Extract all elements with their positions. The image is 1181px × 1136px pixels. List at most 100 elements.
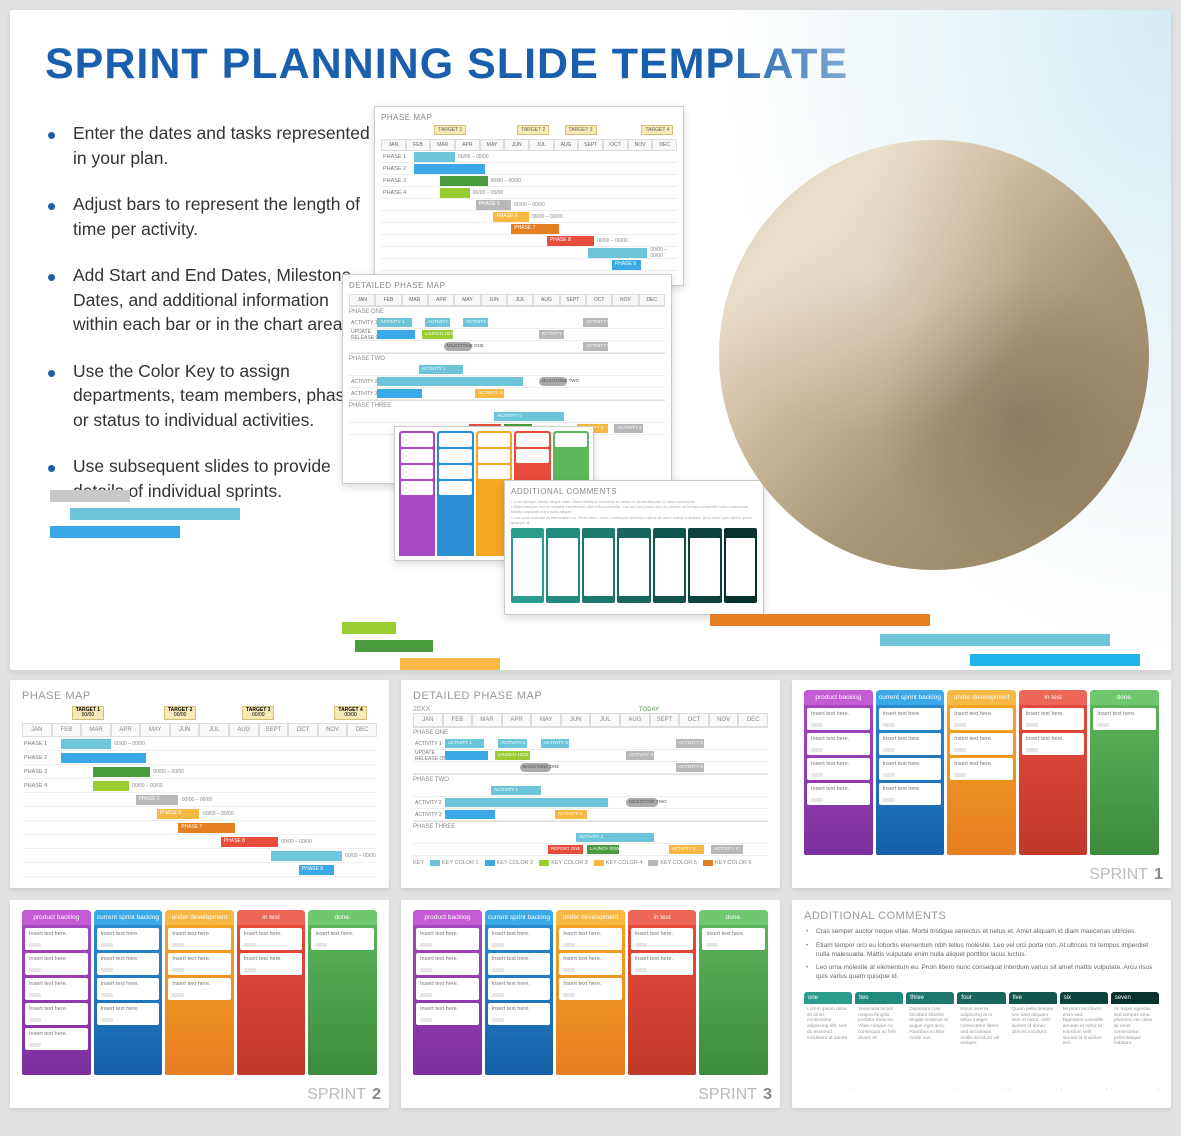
- sprint-card: Insert text here.: [97, 1003, 160, 1025]
- column-header: under development: [556, 910, 625, 925]
- comment-bullet: Leo urna molestie at elementum eu. Proin…: [804, 964, 1159, 982]
- sprint-column: done. Insert text here.: [308, 910, 377, 1075]
- sprint-column: current sprint backlog Insert text here. I…: [485, 910, 554, 1075]
- sprint-card: Insert text here.: [97, 978, 160, 1000]
- thumb-phase-map[interactable]: PHASE MAP TARGET 100/00TARGET 200/00TARG…: [10, 680, 389, 888]
- sprint-card: Insert text here.: [631, 953, 694, 975]
- sprint-card: Insert text here.: [25, 928, 88, 950]
- sprint-card: Insert text here.: [879, 733, 942, 755]
- thumb-title: PHASE MAP: [22, 690, 377, 702]
- comment-card: sevenAc turpis egestas sed tempus urna p…: [1111, 992, 1159, 1090]
- thumb-additional-comments[interactable]: ADDITIONAL COMMENTS Cras semper auctor n…: [792, 900, 1171, 1108]
- column-header: in test: [1019, 690, 1088, 705]
- comment-bullet: Cras semper auctor neque vitae. Morbi tr…: [804, 928, 1159, 937]
- preview-phase-map: PHASE MAP TARGET 1 TARGET 2 TARGET 3 TAR…: [374, 106, 684, 286]
- sprint-card: Insert text here.: [950, 708, 1013, 730]
- sprint-card: Insert text here.: [950, 733, 1013, 755]
- column-header: current sprint backlog: [485, 910, 554, 925]
- sprint-card: Insert text here.: [416, 928, 479, 950]
- sprint-column: under development Insert text here. Insert…: [947, 690, 1016, 855]
- column-header: in test: [628, 910, 697, 925]
- sprint-card: Insert text here.: [807, 708, 870, 730]
- sprint-card: Insert text here.: [559, 953, 622, 975]
- sprint-card: Insert text here.: [879, 758, 942, 780]
- sprint-card: Insert text here.: [416, 1003, 479, 1025]
- sprint-card: Insert text here.: [807, 783, 870, 805]
- column-header: product backlog: [804, 690, 873, 705]
- sprint-column: in test Insert text here. Insert text here…: [628, 910, 697, 1075]
- sprint-card: Insert text here.: [488, 978, 551, 1000]
- sprint-card: Insert text here.: [1022, 733, 1085, 755]
- sprint-column: current sprint backlog Insert text here. I…: [876, 690, 945, 855]
- sprint-card: Insert text here.: [807, 758, 870, 780]
- column-header: product backlog: [413, 910, 482, 925]
- sprint-card: Insert text here.: [416, 953, 479, 975]
- sprint-card: Insert text here.: [25, 1028, 88, 1050]
- sprint-card: Insert text here.: [97, 928, 160, 950]
- hero-photo: [719, 140, 1149, 570]
- column-header: in test: [237, 910, 306, 925]
- instruction-item: Enter the dates and tasks represented in…: [45, 121, 375, 170]
- column-header: current sprint backlog: [876, 690, 945, 705]
- sprint-card: Insert text here.: [950, 758, 1013, 780]
- sprint-card: Insert text here.: [631, 928, 694, 950]
- sprint-card: Insert text here.: [559, 978, 622, 1000]
- sprint-column: product backlog Insert text here. Insert t…: [413, 910, 482, 1075]
- column-header: product backlog: [22, 910, 91, 925]
- sprint-card: Insert text here.: [488, 1003, 551, 1025]
- sprint-card: Insert text here.: [416, 978, 479, 1000]
- column-header: under development: [947, 690, 1016, 705]
- sprint-card: Insert text here.: [240, 928, 303, 950]
- sprint-card: Insert text here.: [807, 733, 870, 755]
- sprint-column: product backlog Insert text here. Insert t…: [804, 690, 873, 855]
- sprint-card: Insert text here.: [702, 928, 765, 950]
- sprint-card: Insert text here.: [879, 783, 942, 805]
- hero-slide: SPRINT PLANNING SLIDE TEMPLATE Enter the…: [10, 10, 1171, 670]
- sprint-column: done. Insert text here.: [1090, 690, 1159, 855]
- comment-card: threeDignissim cras tincidunt lobortis f…: [906, 992, 954, 1090]
- column-header: done.: [308, 910, 377, 925]
- column-header: done.: [699, 910, 768, 925]
- sprint-card: Insert text here.: [488, 928, 551, 950]
- thumb-sprint-1[interactable]: product backlog Insert text here. Insert t…: [792, 680, 1171, 888]
- sprint-number: SPRINT 3: [698, 1086, 772, 1104]
- month-row: JANFEBMARAPRMAYJUNJULAUGSEPTOCTNOVDEC: [381, 139, 677, 151]
- comment-bullet: Etiam tempor orci eu lobortis elementum …: [804, 942, 1159, 960]
- sprint-card: Insert text here.: [1022, 708, 1085, 730]
- month-row: JANFEBMARAPRMAYJUNJULAUGSEPTOCTNOVDEC: [22, 723, 377, 737]
- instruction-item: Adjust bars to represent the length of t…: [45, 192, 375, 241]
- thumb-sprint-3[interactable]: product backlog Insert text here. Insert t…: [401, 900, 780, 1108]
- sprint-card: Insert text here.: [168, 978, 231, 1000]
- thumb-title: ADDITIONAL COMMENTS: [804, 910, 1159, 922]
- thumb-sprint-2[interactable]: product backlog Insert text here. Insert t…: [10, 900, 389, 1108]
- sprint-card: Insert text here.: [97, 953, 160, 975]
- sprint-card: Insert text here.: [168, 953, 231, 975]
- sprint-card: Insert text here.: [559, 928, 622, 950]
- instruction-item: Use the Color Key to assign departments,…: [45, 359, 375, 433]
- sprint-column: product backlog Insert text here. Insert t…: [22, 910, 91, 1075]
- sprint-card: Insert text here.: [879, 708, 942, 730]
- sprint-number: SPRINT 2: [307, 1086, 381, 1104]
- sprint-column: under development Insert text here. Insert…: [165, 910, 234, 1075]
- sprint-column: in test Insert text here. Insert text here…: [1019, 690, 1088, 855]
- sprint-card: Insert text here.: [488, 953, 551, 975]
- sprint-card: Insert text here.: [311, 928, 374, 950]
- thumb-detailed-phase-map[interactable]: DETAILED PHASE MAP 20XX TODAY JANFEBMARA…: [401, 680, 780, 888]
- instruction-item: Use subsequent slides to provide details…: [45, 454, 375, 503]
- column-header: under development: [165, 910, 234, 925]
- sprint-column: done. Insert text here.: [699, 910, 768, 1075]
- comment-card: oneLorem ipsum dolor sit amet, consectet…: [804, 992, 852, 1090]
- instruction-item: Add Start and End Dates, Milestone Dates…: [45, 263, 375, 337]
- sprint-card: Insert text here.: [240, 953, 303, 975]
- sprint-card: Insert text here.: [25, 953, 88, 975]
- sprint-card: Insert text here.: [1093, 708, 1156, 730]
- column-header: done.: [1090, 690, 1159, 705]
- sprint-number: SPRINT 1: [1089, 866, 1163, 884]
- comment-card: sixMi proin sed libero enim sed. Digniss…: [1060, 992, 1108, 1090]
- sprint-column: current sprint backlogInsert text here.I…: [94, 910, 163, 1075]
- page-title: SPRINT PLANNING SLIDE TEMPLATE: [45, 40, 1136, 89]
- sprint-column: under development Insert text here. Insert…: [556, 910, 625, 1075]
- thumb-title: DETAILED PHASE MAP: [413, 690, 768, 702]
- sprint-card: Insert text here.: [25, 1003, 88, 1025]
- comment-card: twoVenenatis lectus magna fringilla port…: [855, 992, 903, 1090]
